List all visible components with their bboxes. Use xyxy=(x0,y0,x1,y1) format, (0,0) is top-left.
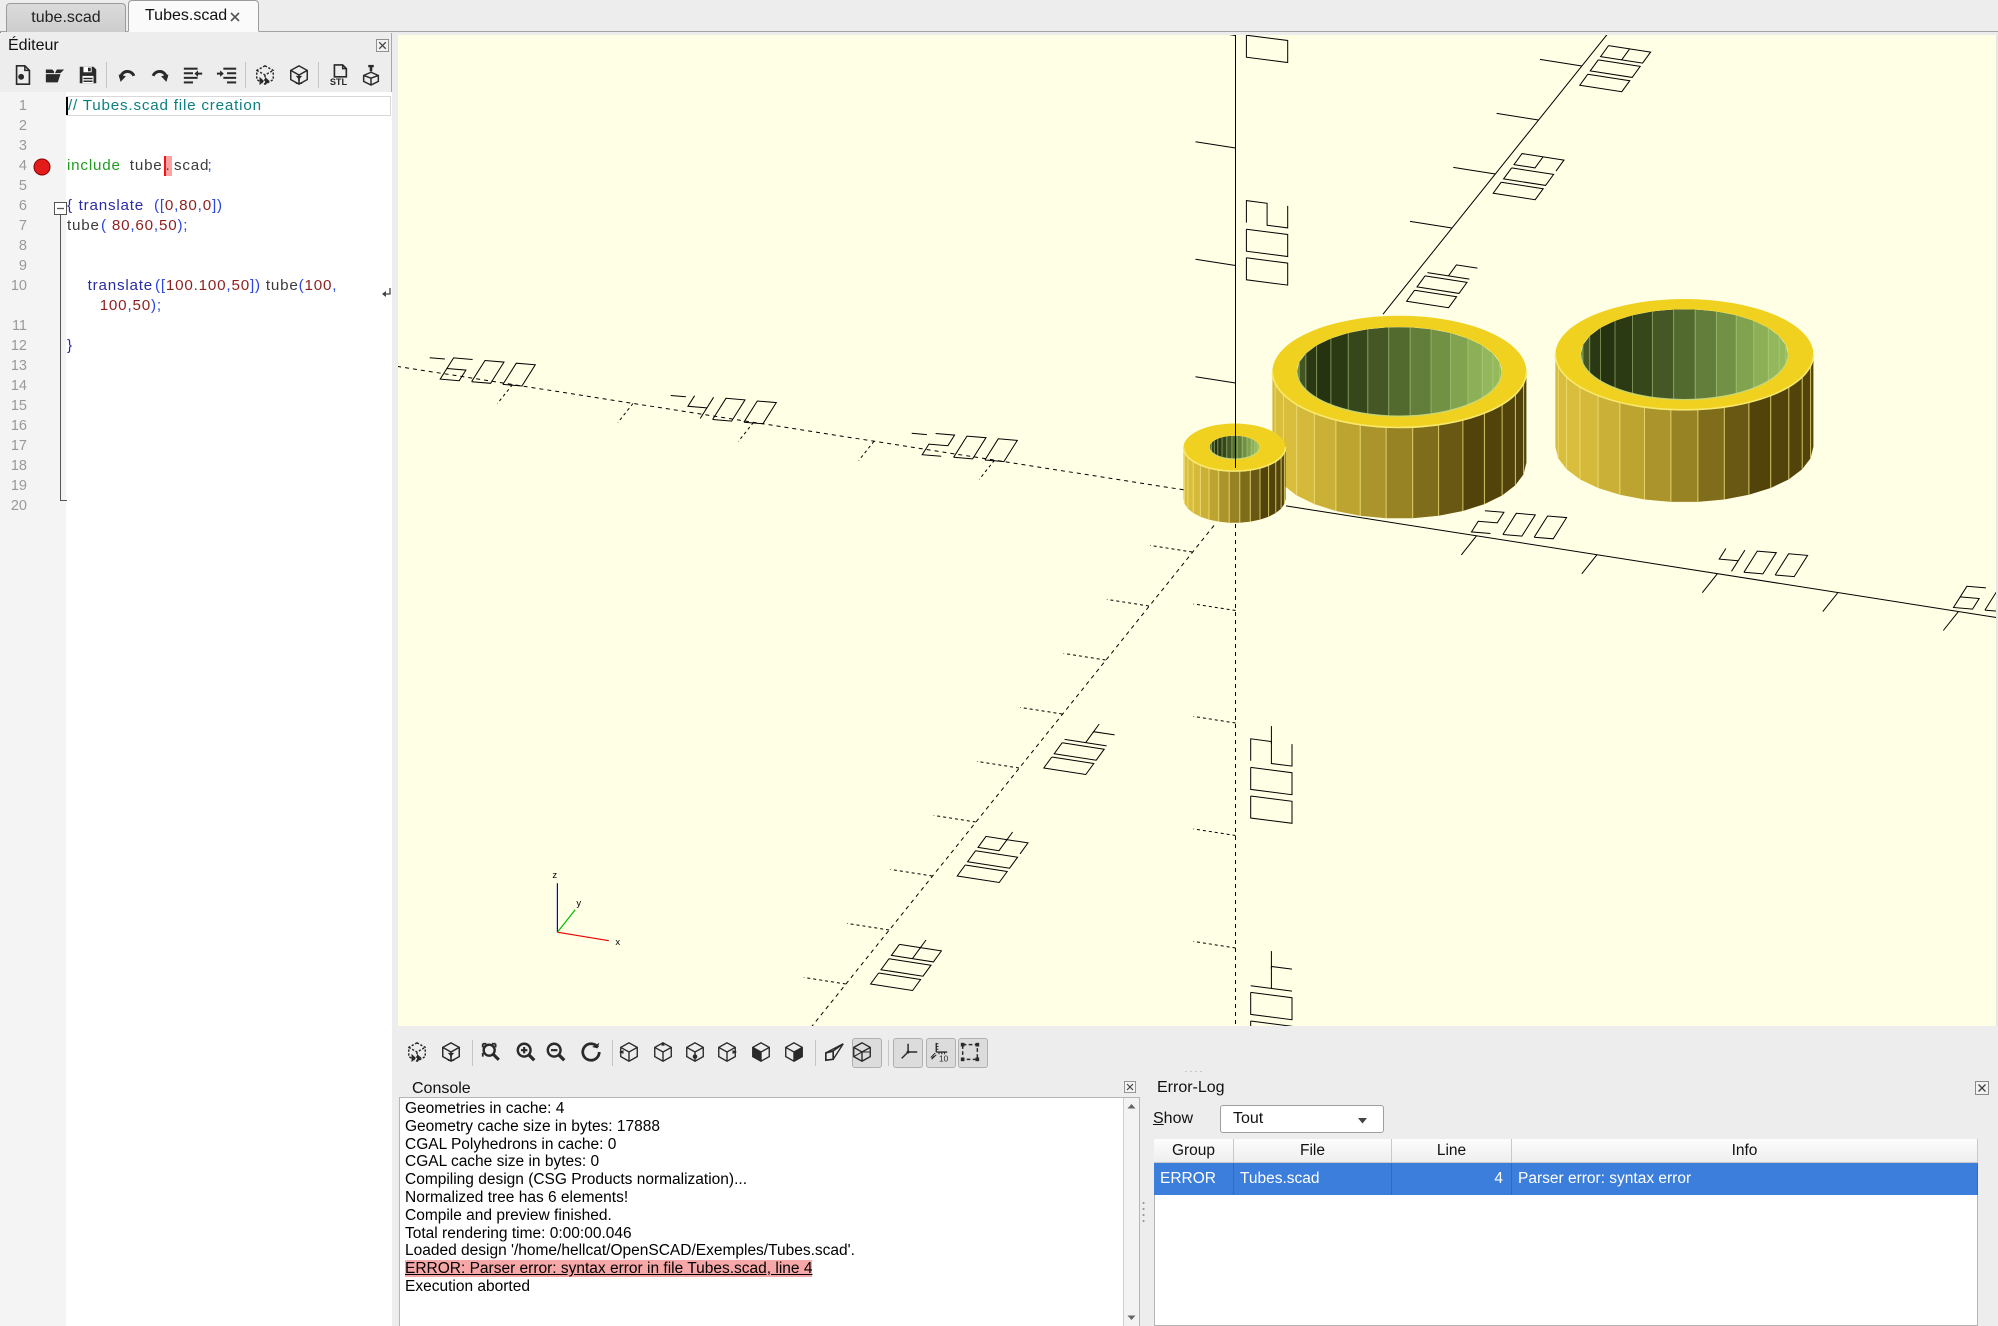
svg-text:STL: STL xyxy=(330,77,348,86)
svg-text:x: x xyxy=(615,937,620,948)
svg-text:10: 10 xyxy=(939,1055,949,1063)
svg-text:z: z xyxy=(552,870,557,881)
svg-text:y: y xyxy=(576,898,581,909)
